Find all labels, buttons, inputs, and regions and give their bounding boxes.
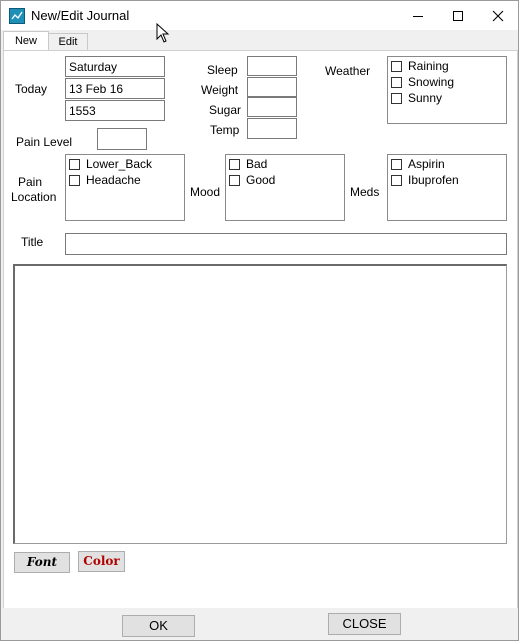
title-bar[interactable]: New/Edit Journal [1, 1, 518, 30]
checkbox[interactable] [391, 60, 402, 72]
maximize-button[interactable] [438, 1, 478, 30]
checkbox[interactable] [391, 92, 402, 104]
pain-location-option-lower-back[interactable]: Lower_Back [69, 157, 152, 171]
temp-label: Temp [210, 123, 240, 137]
mood-label: Mood [190, 185, 221, 199]
meds-option-label: Ibuprofen [408, 173, 459, 187]
meds-option-aspirin[interactable]: Aspirin [391, 157, 445, 171]
mood-option-label: Bad [246, 157, 268, 171]
weather-option-raining[interactable]: Raining [391, 59, 449, 73]
date-field[interactable]: 13 Feb 16 [65, 78, 165, 99]
checkbox[interactable] [69, 158, 80, 170]
color-button[interactable]: Color [78, 551, 125, 572]
journal-window: New/Edit Journal New Edit Today Saturday… [0, 0, 519, 641]
temp-field[interactable] [247, 118, 297, 139]
close-button[interactable]: CLOSE [328, 613, 401, 635]
pain-location-option-headache[interactable]: Headache [69, 173, 141, 187]
pain-location-label-line2: Location [11, 190, 57, 204]
maximize-icon [453, 10, 463, 21]
app-icon [9, 8, 25, 24]
title-field[interactable] [65, 233, 507, 255]
today-label: Today [15, 82, 48, 96]
weather-option-label: Raining [408, 59, 449, 73]
tab-strip: New Edit [1, 30, 518, 52]
pain-location-option-label: Lower_Back [86, 157, 153, 171]
journal-body-textarea[interactable] [13, 264, 507, 544]
weight-label: Weight [201, 83, 239, 97]
sugar-field[interactable] [247, 97, 297, 117]
checkbox[interactable] [391, 158, 402, 170]
meds-option-ibuprofen[interactable]: Ibuprofen [391, 173, 459, 187]
day-field[interactable]: Saturday [65, 56, 165, 77]
checkbox[interactable] [229, 158, 240, 170]
weather-option-snowing[interactable]: Snowing [391, 75, 454, 89]
pain-level-field[interactable] [97, 128, 147, 150]
time-field[interactable]: 1553 [65, 100, 165, 121]
title-label: Title [21, 235, 44, 249]
pain-location-list: Lower_Back Headache [65, 154, 185, 221]
font-button[interactable]: Font [14, 552, 70, 573]
new-tab-panel: Today Saturday 13 Feb 16 1553 Sleep Weig… [3, 50, 518, 609]
weather-label: Weather [325, 64, 371, 78]
meds-option-label: Aspirin [408, 157, 445, 171]
checkbox[interactable] [69, 174, 80, 186]
pain-level-label: Pain Level [16, 135, 73, 149]
weather-option-label: Snowing [408, 75, 455, 89]
weather-list: Raining Snowing Sunny [387, 56, 507, 124]
checkbox[interactable] [229, 174, 240, 186]
meds-list: Aspirin Ibuprofen [387, 154, 507, 221]
mood-list: Bad Good [225, 154, 345, 221]
close-window-button[interactable] [478, 1, 518, 30]
tab-edit[interactable]: Edit [48, 33, 88, 51]
mood-option-bad[interactable]: Bad [229, 157, 267, 171]
pain-location-label-line1: Pain [18, 175, 43, 189]
footer-bar: OK CLOSE [1, 608, 518, 640]
mood-option-label: Good [246, 173, 276, 187]
sugar-label: Sugar [209, 103, 242, 117]
tab-new[interactable]: New [3, 31, 49, 52]
weight-field[interactable] [247, 77, 297, 97]
minimize-button[interactable] [398, 1, 438, 30]
ok-button[interactable]: OK [122, 615, 195, 637]
sleep-field[interactable] [247, 56, 297, 76]
weather-option-sunny[interactable]: Sunny [391, 91, 442, 105]
close-icon [492, 10, 504, 21]
checkbox[interactable] [391, 76, 402, 88]
checkbox[interactable] [391, 174, 402, 186]
pain-location-option-label: Headache [86, 173, 141, 187]
minimize-icon [413, 15, 423, 17]
mood-option-good[interactable]: Good [229, 173, 275, 187]
window-title: New/Edit Journal [31, 8, 130, 23]
meds-label: Meds [350, 185, 380, 199]
sleep-label: Sleep [207, 63, 238, 77]
weather-option-label: Sunny [408, 91, 443, 105]
